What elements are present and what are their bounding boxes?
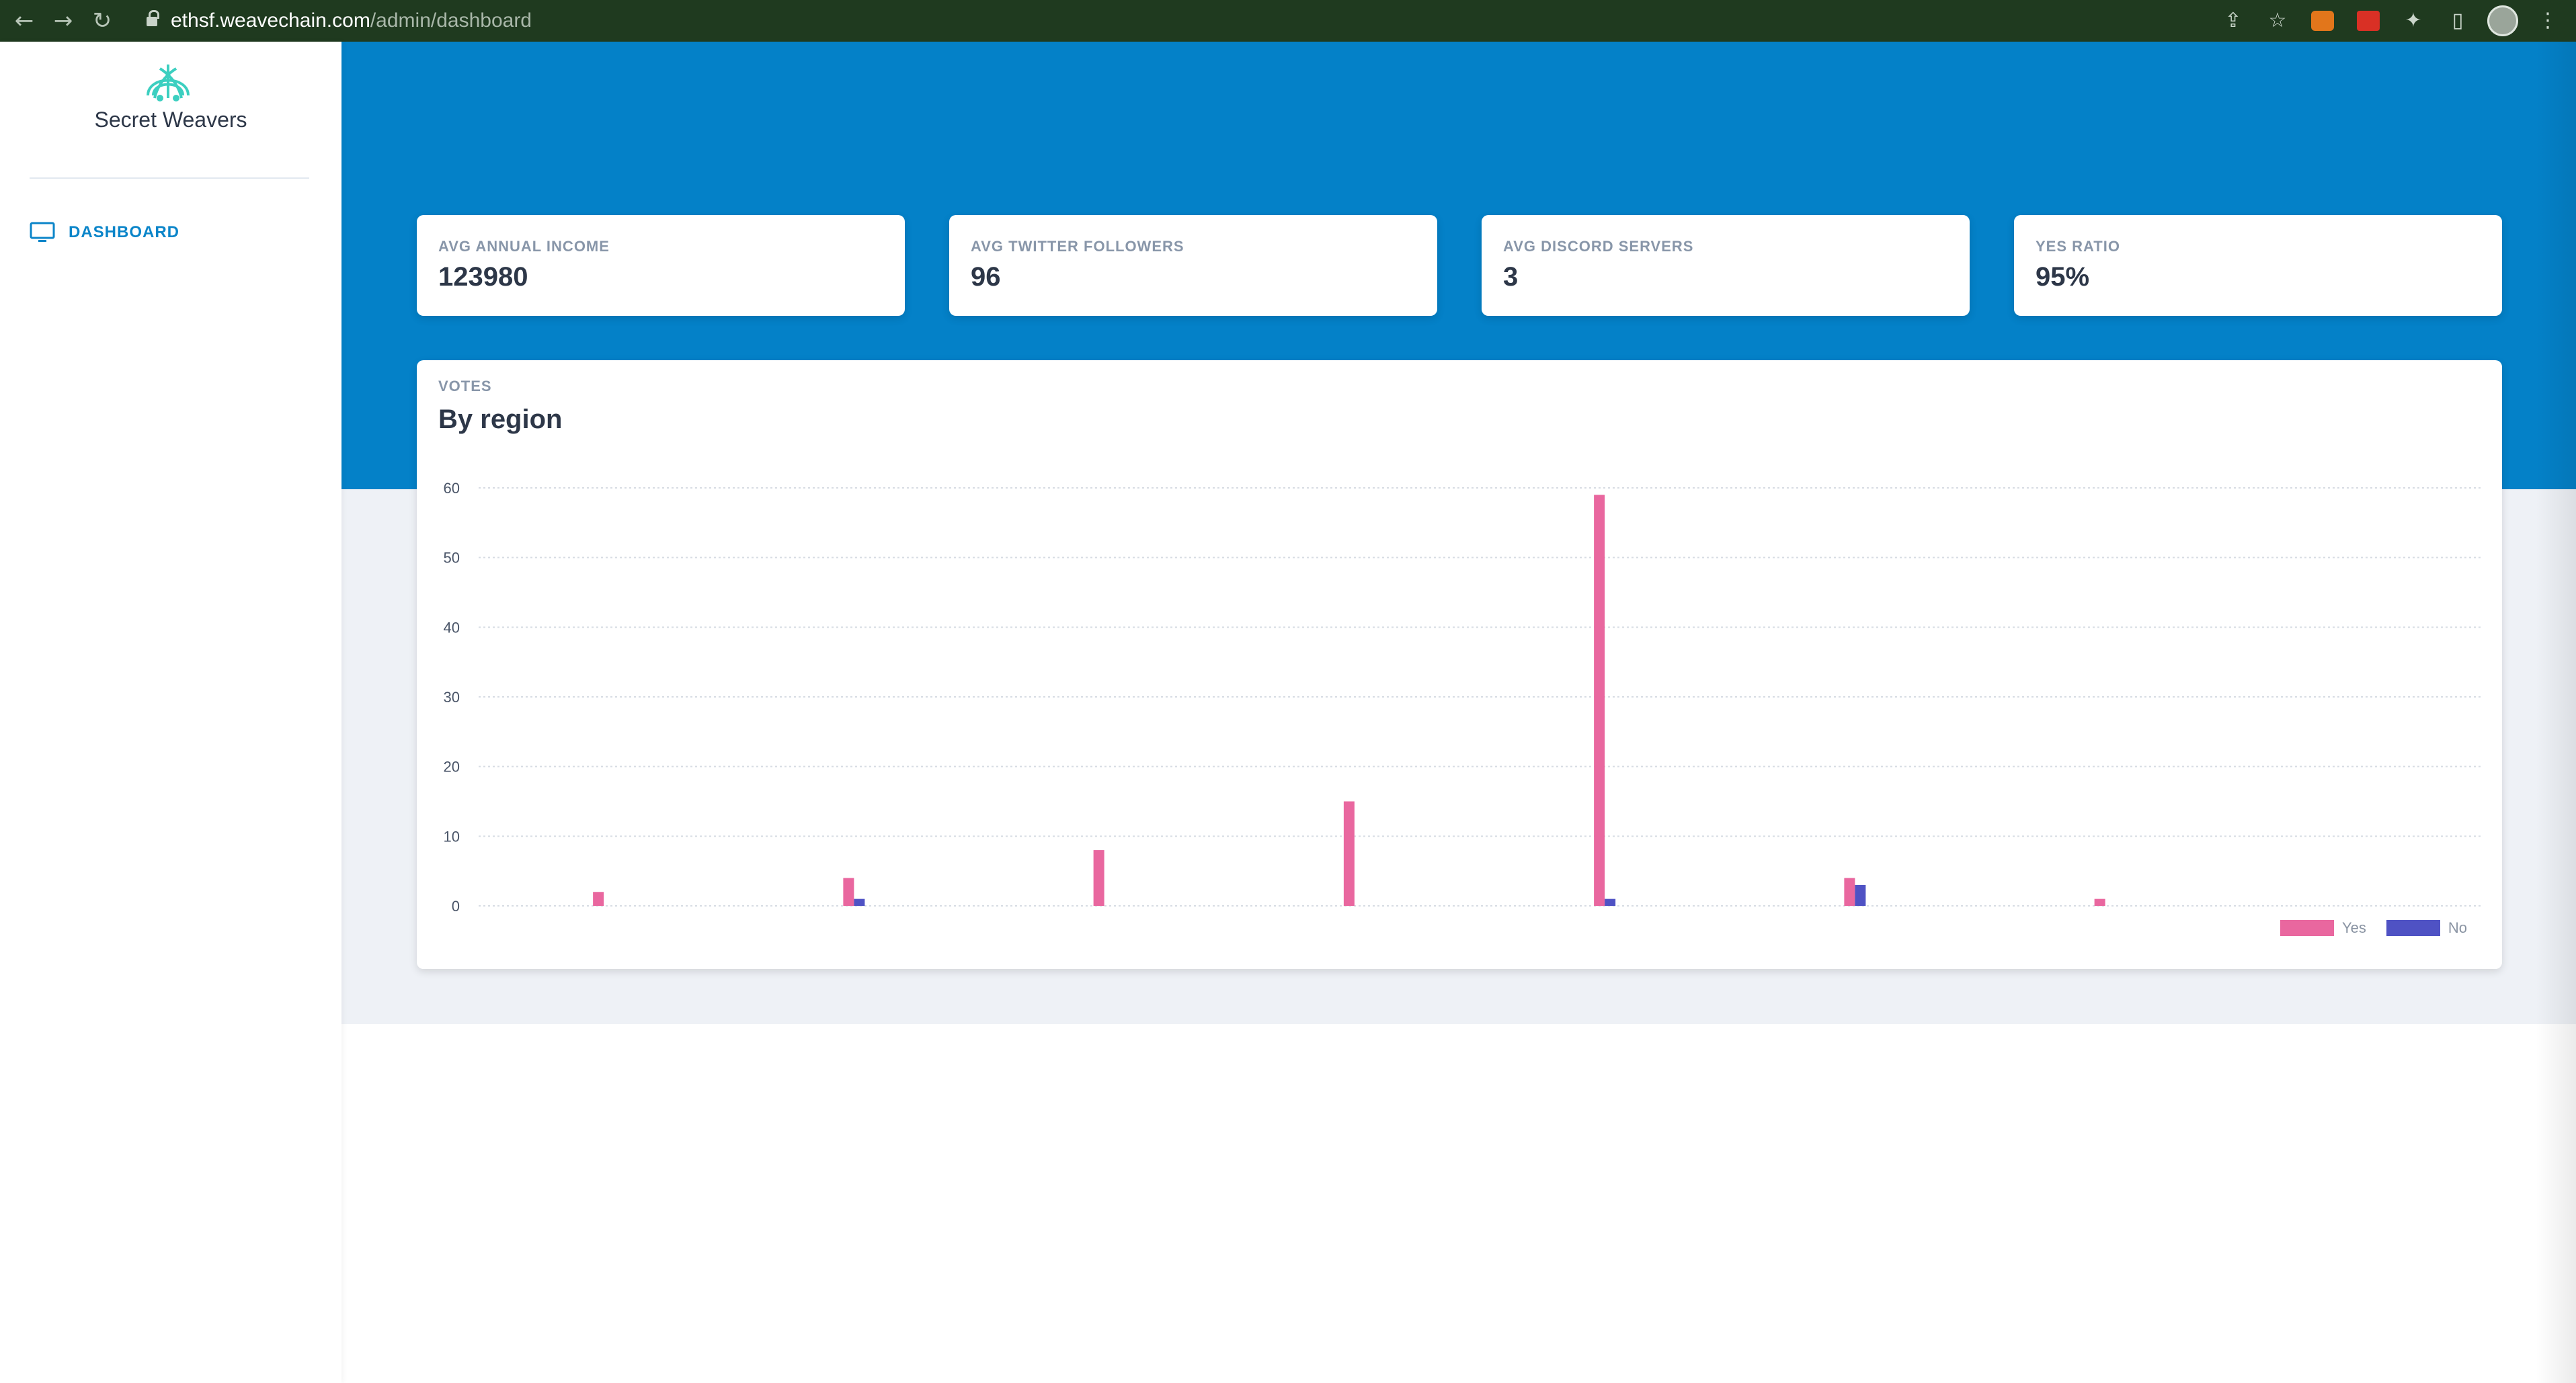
y-tick-label: 50 xyxy=(444,550,460,567)
y-tick-label: 40 xyxy=(444,619,460,636)
brand-name: Secret Weavers xyxy=(94,108,247,132)
bar-no xyxy=(1855,884,1866,906)
monitor-icon xyxy=(30,222,55,242)
metamask-extension-icon[interactable] xyxy=(2311,11,2334,31)
reload-icon[interactable]: ↻ xyxy=(87,6,117,36)
bar-no xyxy=(854,898,865,906)
stat-card-annual-income: AVG ANNUAL INCOME 123980 xyxy=(417,215,905,316)
bar-yes xyxy=(1093,850,1104,906)
y-tick-label: 60 xyxy=(444,480,460,497)
stat-label: AVG TWITTER FOLLOWERS xyxy=(971,238,1184,255)
brand-logo-icon xyxy=(147,65,190,101)
page-edge xyxy=(2536,42,2576,1383)
puzzle-icon[interactable]: ✦ xyxy=(2399,6,2428,36)
legend-swatch-no xyxy=(2386,920,2440,936)
chart-legend: Yes No xyxy=(2260,919,2467,937)
bar-yes xyxy=(2094,898,2105,906)
url-host: ethsf.weavechain.com xyxy=(171,9,370,32)
kebab-menu-icon[interactable]: ⋮ xyxy=(2533,6,2563,36)
votes-bar-chart: 0 10 20 30 40 50 60 xyxy=(444,480,2481,915)
stat-card-discord-servers: AVG DISCORD SERVERS 3 xyxy=(1482,215,1970,316)
stat-card-twitter-followers: AVG TWITTER FOLLOWERS 96 xyxy=(949,215,1437,316)
sidebar-item-label: DASHBOARD xyxy=(69,223,179,241)
legend-label-no: No xyxy=(2448,919,2467,936)
stat-value: 123980 xyxy=(438,262,528,292)
star-icon[interactable]: ☆ xyxy=(2263,6,2292,36)
bar-yes xyxy=(1343,801,1355,906)
bar-no xyxy=(1605,898,1616,906)
sidebar-divider xyxy=(30,177,309,179)
y-tick-label: 10 xyxy=(444,828,460,845)
lock-icon xyxy=(147,10,159,28)
stat-label: AVG DISCORD SERVERS xyxy=(1503,238,1694,255)
sidebar: Secret Weavers DASHBOARD xyxy=(0,42,341,1383)
votes-chart-card: VOTES By region 0 10 20 30 40 50 60 Yes No xyxy=(417,360,2502,969)
legend-swatch-yes xyxy=(2280,920,2334,936)
y-tick-label: 0 xyxy=(452,898,460,915)
bar-yes xyxy=(593,892,604,906)
address-bar[interactable]: ethsf.weavechain.com/admin/dashboard xyxy=(147,4,2294,38)
stat-label: AVG ANNUAL INCOME xyxy=(438,238,610,255)
avatar[interactable] xyxy=(2487,5,2518,36)
bar-yes xyxy=(843,878,854,906)
extension-icon[interactable] xyxy=(2357,11,2380,31)
stat-value: 96 xyxy=(971,262,1001,292)
stat-card-yes-ratio: YES RATIO 95% xyxy=(2014,215,2502,316)
legend-item-no[interactable]: No xyxy=(2386,919,2467,937)
forward-icon[interactable]: → xyxy=(48,6,78,36)
bar-yes xyxy=(1594,495,1605,906)
stat-value: 3 xyxy=(1503,262,1519,292)
legend-label-yes: Yes xyxy=(2341,919,2366,936)
stat-label: YES RATIO xyxy=(2036,238,2120,255)
sidepanel-icon[interactable]: ▯ xyxy=(2443,6,2472,36)
stat-value: 95% xyxy=(2036,262,2090,292)
y-tick-label: 30 xyxy=(444,689,460,706)
browser-tools: ⇪ ☆ ✦ ▯ ⋮ xyxy=(2218,4,2563,38)
legend-item-yes[interactable]: Yes xyxy=(2280,919,2366,937)
url-path: /admin/dashboard xyxy=(370,9,532,32)
y-tick-label: 20 xyxy=(444,759,460,776)
share-icon[interactable]: ⇪ xyxy=(2218,6,2248,36)
sidebar-item-dashboard[interactable]: DASHBOARD xyxy=(30,219,179,246)
browser-toolbar: ← → ↻ ethsf.weavechain.com/admin/dashboa… xyxy=(0,0,2576,42)
bar-yes xyxy=(1844,878,1855,906)
back-icon[interactable]: ← xyxy=(9,6,39,36)
